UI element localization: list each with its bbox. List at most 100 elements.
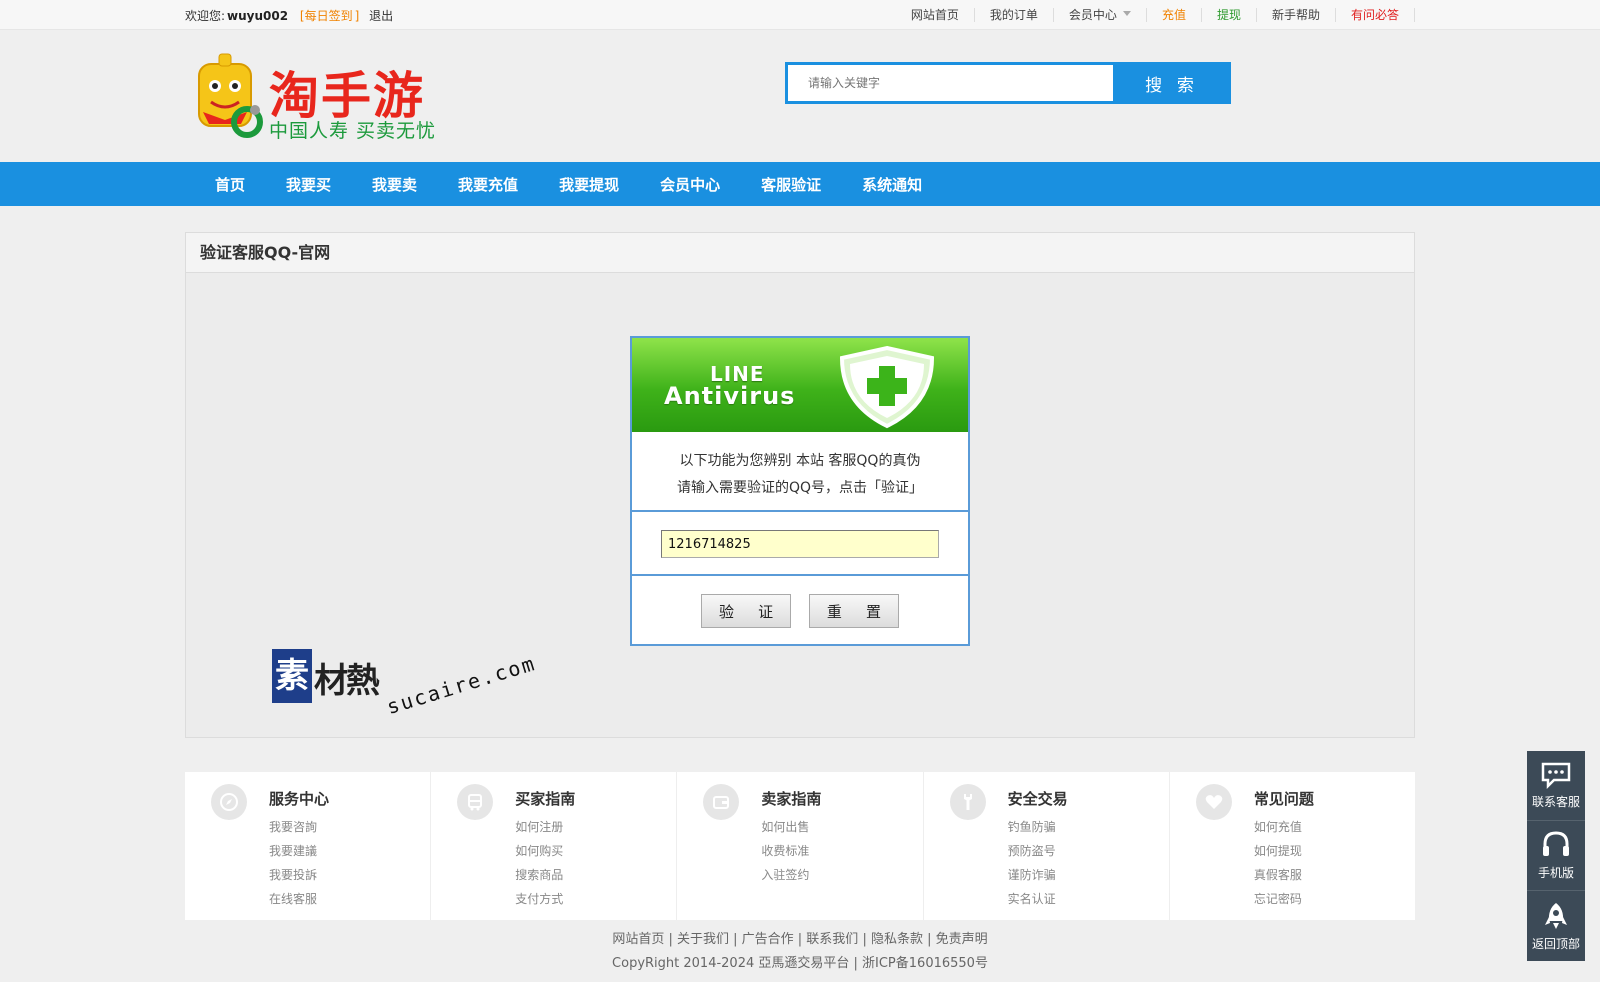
nav-item-member[interactable]: 会员中心 [660,174,720,195]
compass-icon [211,784,247,820]
guide-link[interactable]: 在线客服 [269,887,430,911]
guide-column: 安全交易 钓鱼防骗 预防盗号 谨防诈骗 实名认证 [924,772,1170,920]
wrench-icon [949,784,986,820]
guide-link[interactable]: 如何注册 [515,815,676,839]
search-input[interactable] [785,62,1113,104]
watermark-cn: 材熱 [314,661,380,701]
side-tool-label: 返回顶部 [1531,936,1580,951]
side-tool-label: 联系客服 [1531,795,1580,809]
nav-item-recharge[interactable]: 我要充值 [458,174,518,195]
side-tool-label: 手机版 [1537,866,1574,880]
top-link-home[interactable]: 网站首页 [896,8,975,22]
top-link-help[interactable]: 新手帮助 [1257,8,1336,22]
guide-link[interactable]: 支付方式 [515,887,676,911]
guide-title: 安全交易 [1007,790,1068,808]
top-link-member-label: 会员中心 [1068,8,1117,22]
antivirus-banner: LINE Antivirus [632,338,968,432]
welcome-area: 欢迎您: wuyu002 [每日签到] 退出 [185,7,395,24]
top-link-member[interactable]: 会员中心 [1054,8,1147,22]
guide-link[interactable]: 实名认证 [1008,887,1169,911]
guide-link[interactable]: 如何提现 [1254,839,1415,863]
guide-link[interactable]: 预防盗号 [1008,839,1169,863]
search-button[interactable]: 搜 索 [1113,62,1231,104]
logo-slogan: 中国人寿 买卖无忧 [269,120,437,142]
wallet-icon [703,784,740,820]
header: 淘手游 中国人寿 买卖无忧 搜 索 [0,30,1600,162]
guide-link[interactable]: 如何购买 [515,839,676,863]
guide-link[interactable]: 如何充值 [1254,815,1415,839]
chat-icon [1541,762,1571,789]
main-nav: 首页 我要买 我要卖 我要充值 我要提现 会员中心 客服验证 系统通知 [0,162,1600,206]
top-link-withdraw[interactable]: 提现 [1202,8,1257,22]
guide-column: 服务中心 我要咨詢 我要建議 我要投訴 在线客服 [185,772,432,920]
username[interactable]: wuyu002 [227,9,288,23]
footer-copyright: CopyRight 2014-2024 亞馬遜交易平台 | 浙ICP备16016… [612,956,988,971]
guide-link[interactable]: 我要投訴 [269,863,430,887]
top-link-recharge[interactable]: 充值 [1147,8,1202,22]
top-bar: 欢迎您: wuyu002 [每日签到] 退出 网站首页 我的订单 会员中心 充值 … [0,0,1600,30]
headset-icon [1543,831,1569,856]
guide-link[interactable]: 搜索商品 [515,863,676,887]
verify-button[interactable]: 验 证 [701,594,792,628]
guide-link[interactable]: 我要咨詢 [269,815,430,839]
chevron-down-icon [1122,11,1131,16]
guide-link[interactable]: 忘记密码 [1254,887,1415,911]
guide-link[interactable]: 谨防诈骗 [1008,863,1169,887]
daily-sign-link[interactable]: 每日签到 [305,9,353,23]
nav-item-notice[interactable]: 系统通知 [862,174,922,195]
guide-link[interactable]: 收费标准 [761,839,922,863]
nav-item-withdraw[interactable]: 我要提现 [559,174,619,195]
bracket-close: ] [354,8,360,23]
shield-plus-icon [839,345,935,429]
footer-links[interactable]: 网站首页 | 关于我们 | 广告合作 | 联系我们 | 隐私条款 | 免责声明 [0,928,1600,952]
welcome-label: 欢迎您: [185,8,226,23]
guide-link[interactable]: 真假客服 [1254,863,1415,887]
contact-service-button[interactable]: 联系客服 [1527,751,1585,821]
page-title: 验证客服QQ-官网 [186,233,1414,273]
watermark-block: 素 [272,649,312,703]
verify-panel: 验证客服QQ-官网 LINE Antivirus 以下功能为您辨别 本站 客服Q… [185,232,1415,738]
desc-line2: 请输入需要验证的QQ号，点击「验证」 [676,480,924,496]
guide-column: 常见问题 如何充值 如何提现 真假客服 忘记密码 [1170,772,1415,920]
footer-guide: 服务中心 我要咨詢 我要建議 我要投訴 在线客服 买家指南 如何注册 如何购买 … [185,772,1415,920]
reset-button[interactable]: 重 置 [808,594,899,628]
site-footer: 网站首页 | 关于我们 | 广告合作 | 联系我们 | 隐私条款 | 免责声明 … [0,928,1600,976]
heart-icon [1195,784,1232,820]
nav-item-home[interactable]: 首页 [215,174,245,195]
desc-line1: 以下功能为您辨别 本站 客服QQ的真伪 [679,453,921,469]
nav-item-verify[interactable]: 客服验证 [761,174,821,195]
mascot-icon [198,53,263,138]
guide-link[interactable]: 钓鱼防骗 [1008,815,1169,839]
nav-item-buy[interactable]: 我要买 [286,174,331,195]
side-toolbar: 联系客服 手机版 返回顶部 [1527,751,1585,961]
guide-title: 服务中心 [269,790,330,808]
guide-title: 卖家指南 [761,790,822,808]
mobile-version-button[interactable]: 手机版 [1527,821,1585,891]
site-logo[interactable]: 淘手游 中国人寿 买卖无忧 [189,50,449,144]
guide-title: 买家指南 [515,790,576,808]
top-link-qa[interactable]: 有问必答 [1336,8,1415,22]
verify-actions: 验 证 重 置 [632,576,968,628]
search-bar: 搜 索 [785,62,1231,104]
back-to-top-button[interactable]: 返回顶部 [1527,891,1585,961]
watermark-en: sucaire.com [383,650,539,720]
guide-link[interactable]: 如何出售 [761,815,922,839]
guide-title: 常见问题 [1253,790,1314,808]
guide-column: 卖家指南 如何出售 收费标准 入驻签约 [677,772,924,920]
guide-column: 买家指南 如何注册 如何购买 搜索商品 支付方式 [431,772,678,920]
verify-description: 以下功能为您辨别 本站 客服QQ的真伪 请输入需要验证的QQ号，点击「验证」 [632,432,968,512]
logout-link[interactable]: 退出 [369,9,393,23]
rocket-icon [1545,902,1567,929]
bracket-open: [ [299,8,305,23]
top-link-orders[interactable]: 我的订单 [975,8,1054,22]
qq-number-input[interactable] [661,530,939,558]
top-links: 网站首页 我的订单 会员中心 充值 提现 新手帮助 有问必答 [896,8,1415,22]
banner-line2: Antivirus [664,382,796,410]
verify-box: LINE Antivirus 以下功能为您辨别 本站 客服QQ的真伪 请输入需要… [630,336,970,646]
watermark-logo: 素 材熱 sucaire.com [272,645,539,719]
qq-input-row [632,512,968,576]
bus-icon [457,784,494,820]
nav-item-sell[interactable]: 我要卖 [372,174,417,195]
guide-link[interactable]: 我要建議 [269,839,430,863]
guide-link[interactable]: 入驻签约 [761,863,922,887]
